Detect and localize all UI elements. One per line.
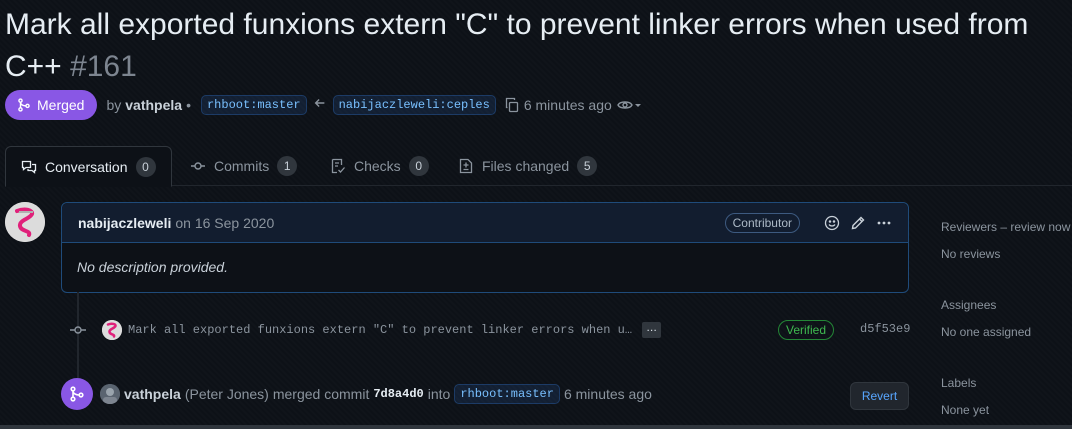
tab-checks-count: 0	[408, 156, 429, 176]
git-merge-icon	[18, 98, 30, 112]
base-branch[interactable]: rhboot:master	[200, 95, 307, 115]
git-merge-icon	[61, 378, 93, 410]
smiley-icon[interactable]	[824, 215, 840, 231]
bottom-divider	[0, 425, 1072, 429]
pr-state-row: Merged by vathpela • rhboot:master nabij…	[5, 90, 643, 120]
git-commit-icon	[191, 162, 205, 170]
merge-time[interactable]: 6 minutes ago	[564, 386, 652, 402]
tab-commits-count: 1	[277, 156, 298, 176]
pr-title: Mark all exported funxions extern "C" to…	[5, 4, 1067, 88]
merged-state-badge: Merged	[5, 90, 98, 120]
tab-conversation[interactable]: Conversation 0	[5, 146, 172, 187]
assignees-heading[interactable]: Assignees	[941, 298, 1072, 312]
tab-checks-label: Checks	[354, 158, 401, 174]
merge-into-text: into	[427, 386, 451, 402]
pr-number: #161	[70, 50, 137, 83]
merge-event: vathpela (Peter Jones) merged commit 7d8…	[61, 378, 911, 410]
merge-actor-name: (Peter Jones)	[184, 386, 269, 402]
contributor-badge: Contributor	[724, 212, 800, 233]
comment-body: No description provided.	[77, 259, 228, 275]
copy-icon[interactable]	[504, 97, 520, 113]
tab-conversation-label: Conversation	[45, 158, 128, 175]
tab-checks[interactable]: Checks 0	[315, 146, 444, 186]
avatar[interactable]	[100, 384, 120, 404]
merge-action-text: merged commit	[272, 386, 370, 402]
tab-files-changed[interactable]: Files changed 5	[443, 146, 612, 186]
commit-message-link[interactable]: Mark all exported funxions extern "C" to…	[128, 323, 632, 337]
revert-button[interactable]: Revert	[850, 382, 909, 410]
avatar[interactable]	[5, 202, 45, 242]
tab-commits-label: Commits	[214, 158, 270, 174]
checklist-icon	[331, 158, 345, 174]
tab-files-changed-label: Files changed	[482, 158, 570, 174]
file-diff-icon	[459, 158, 473, 174]
head-branch[interactable]: nabijaczleweli:ceples	[332, 95, 496, 115]
sidebar-labels: Labels None yet	[941, 376, 1072, 417]
tab-commits[interactable]: Commits 1	[175, 146, 312, 186]
merge-target-branch[interactable]: rhboot:master	[454, 384, 560, 404]
labels-value: None yet	[941, 403, 990, 417]
by-label: by	[106, 97, 122, 113]
verified-badge[interactable]: Verified	[778, 320, 835, 340]
pr-title-text: Mark all exported funxions extern "C" to…	[5, 8, 1029, 83]
sidebar-assignees: Assignees No one assigned	[941, 298, 1072, 339]
reviewers-heading[interactable]: Reviewers – review now	[941, 220, 1072, 234]
comment-discussion-icon	[21, 160, 37, 174]
tab-conversation-count: 0	[135, 156, 156, 177]
labels-heading[interactable]: Labels	[941, 376, 1072, 390]
pr-tabs: Conversation 0 Commits 1 Checks 0 Files …	[5, 146, 1072, 187]
comment-date[interactable]: on 16 Sep 2020	[175, 215, 274, 231]
pr-author-link[interactable]: vathpela	[125, 97, 182, 113]
arrow-left-icon	[313, 96, 327, 114]
sidebar: Reviewers – review now No reviews Assign…	[941, 220, 1072, 417]
assignees-value: No one assigned	[941, 325, 1032, 339]
reviewers-value: No reviews	[941, 247, 1001, 261]
commit-sha-link[interactable]: d5f53e9	[860, 322, 910, 336]
pr-time: 6 minutes ago	[523, 97, 612, 113]
sidebar-reviewers: Reviewers – review now No reviews	[941, 220, 1072, 261]
comment-author-link[interactable]: nabijaczleweli	[78, 215, 171, 231]
pr-description-comment: nabijaczleweli on 16 Sep 2020 Contributo…	[61, 202, 909, 293]
git-commit-icon	[70, 326, 86, 334]
merge-commit-sha-link[interactable]: 7d8a4d0	[373, 387, 423, 401]
avatar[interactable]	[102, 320, 122, 340]
caret-down-icon	[634, 104, 641, 107]
timeline-commit: Mark all exported funxions extern "C" to…	[68, 318, 918, 342]
merge-actor-link[interactable]: vathpela	[124, 386, 181, 402]
comment-header: nabijaczleweli on 16 Sep 2020 Contributo…	[62, 203, 908, 243]
merged-state-label: Merged	[37, 97, 85, 113]
pencil-icon[interactable]	[850, 215, 866, 231]
expand-commit-button[interactable]: …	[642, 322, 662, 338]
tab-files-changed-count: 5	[577, 156, 598, 176]
eye-icon[interactable]	[617, 97, 643, 113]
separator-bullet: •	[186, 97, 191, 113]
kebab-horizontal-icon[interactable]	[876, 215, 892, 231]
